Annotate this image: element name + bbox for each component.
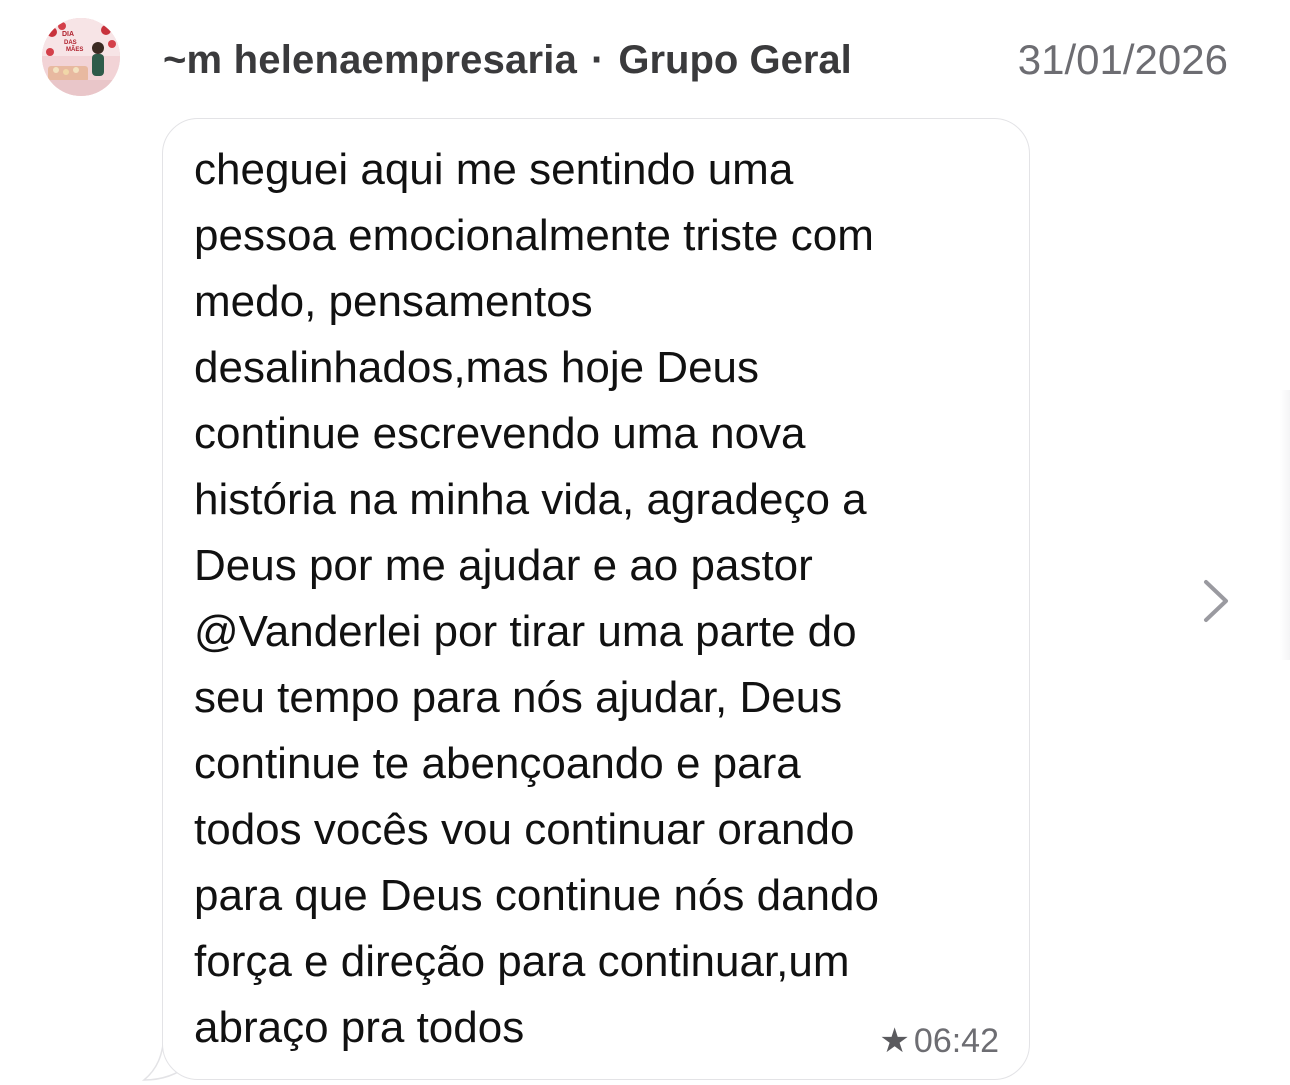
message-meta: ★ 06:42 — [879, 1021, 999, 1061]
message-date: 31/01/2026 — [1017, 36, 1228, 83]
chevron-right-icon[interactable] — [1196, 574, 1236, 628]
svg-text:DAS: DAS — [64, 40, 77, 46]
sender-avatar[interactable]: DIA DAS MÃES — [42, 18, 120, 96]
scroll-edge — [1280, 390, 1290, 660]
sender-name[interactable]: ~m helenaempresaria — [163, 38, 577, 83]
group-name[interactable]: Grupo Geral — [618, 38, 851, 83]
message-bubble[interactable]: cheguei aqui me sentindo uma pessoa emoc… — [162, 118, 1030, 1080]
message-time: 06:42 — [913, 1021, 999, 1060]
star-icon: ★ — [879, 1022, 910, 1060]
svg-text:DIA: DIA — [62, 31, 74, 38]
profile-photo-icon: DIA DAS MÃES — [42, 18, 120, 96]
message-text: cheguei aqui me sentindo uma pessoa emoc… — [194, 145, 879, 1052]
svg-text:MÃES: MÃES — [66, 46, 83, 53]
header-separator: · — [591, 37, 605, 82]
